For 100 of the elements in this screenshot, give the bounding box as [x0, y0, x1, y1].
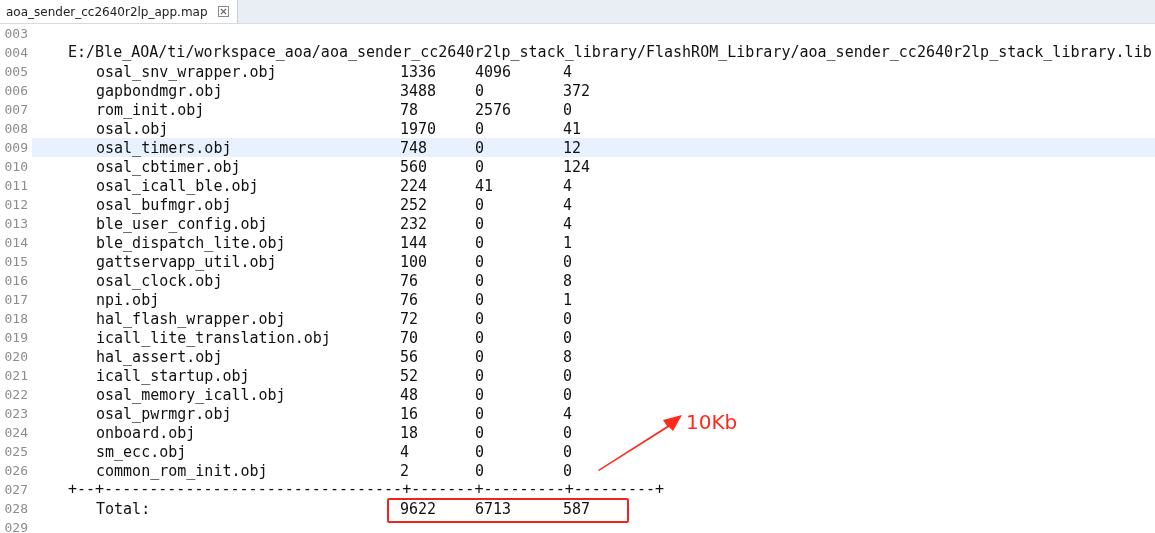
size-value: 0: [475, 423, 486, 442]
size-value: 4: [563, 176, 573, 195]
size-value: 0: [475, 290, 486, 309]
line-number: 020: [3, 349, 28, 364]
annotation-label: 10Kb: [686, 410, 738, 434]
size-value: 0: [475, 347, 486, 366]
size-value: 0: [563, 309, 573, 328]
size-value: 18: [400, 423, 420, 442]
size-value: 124: [563, 157, 591, 176]
line-number: 027: [3, 482, 28, 497]
size-value: 1336: [400, 62, 438, 81]
line-number: 005: [3, 64, 28, 79]
line-number: 024: [3, 425, 28, 440]
size-value: 52: [400, 366, 420, 385]
size-value: 0: [563, 366, 573, 385]
size-value: 4096: [475, 62, 513, 81]
size-value: 72: [400, 309, 420, 328]
object-file-name: ble_user_config.obj: [96, 214, 269, 233]
size-value: 100: [400, 252, 429, 271]
line-number: 008: [3, 121, 28, 136]
file-tab[interactable]: aoa_sender_cc2640r2lp_app.map: [0, 0, 238, 23]
size-value: 4: [400, 442, 411, 461]
total-value: 9622: [400, 499, 438, 518]
total-value: 6713: [475, 499, 513, 518]
size-value: 0: [475, 366, 486, 385]
size-value: 4: [563, 404, 573, 423]
size-value: 76: [400, 290, 420, 309]
object-file-name: osal_icall_ble.obj: [96, 176, 260, 195]
size-value: 2: [400, 461, 411, 480]
size-value: 0: [475, 385, 486, 404]
size-value: 0: [563, 100, 573, 119]
size-value: 1970: [400, 119, 438, 138]
object-file-name: gapbondmgr.obj: [96, 81, 224, 100]
line-number: 029: [3, 520, 28, 533]
size-value: 144: [400, 233, 429, 252]
object-file-name: osal_snv_wrapper.obj: [96, 62, 278, 81]
size-value: 0: [475, 81, 486, 100]
line-number: 018: [3, 311, 28, 326]
object-file-name: rom_init.obj: [96, 100, 206, 119]
line-number: 026: [3, 463, 28, 478]
size-value: 0: [475, 195, 486, 214]
size-value: 78: [400, 100, 420, 119]
size-value: 76: [400, 271, 420, 290]
size-value: 0: [475, 252, 486, 271]
line-number: 003: [3, 26, 28, 41]
size-value: 16: [400, 404, 420, 423]
line-number: 028: [3, 501, 28, 516]
object-file-name: hal_assert.obj: [96, 347, 224, 366]
object-file-name: icall_lite_translation.obj: [96, 328, 332, 347]
line-number: 013: [3, 216, 28, 231]
size-value: 224: [400, 176, 429, 195]
size-value: 0: [475, 404, 486, 423]
line-number: 021: [3, 368, 28, 383]
size-value: 232: [400, 214, 429, 233]
size-value: 48: [400, 385, 420, 404]
line-number: 007: [3, 102, 28, 117]
size-value: 0: [563, 423, 573, 442]
size-value: 70: [400, 328, 420, 347]
size-value: 0: [475, 138, 486, 157]
object-file-name: osal_memory_icall.obj: [96, 385, 287, 404]
size-value: 0: [563, 385, 573, 404]
close-icon[interactable]: [217, 6, 229, 17]
size-value: 0: [563, 442, 573, 461]
object-file-name: sm_ecc.obj: [96, 442, 188, 461]
size-value: 0: [475, 157, 486, 176]
line-number: 019: [3, 330, 28, 345]
size-value: 4: [563, 62, 573, 81]
size-value: 41: [563, 119, 582, 138]
size-value: 8: [563, 271, 573, 290]
line-number: 017: [3, 292, 28, 307]
size-value: 0: [563, 328, 573, 347]
size-value: 252: [400, 195, 429, 214]
size-value: 372: [563, 81, 591, 100]
object-file-name: hal_flash_wrapper.obj: [96, 309, 287, 328]
line-number: 004: [3, 45, 28, 60]
size-value: 560: [400, 157, 429, 176]
size-value: 2576: [475, 100, 513, 119]
size-value: 1: [563, 233, 573, 252]
object-file-name: osal_bufmgr.obj: [96, 195, 233, 214]
size-value: 0: [475, 442, 486, 461]
size-value: 4: [563, 195, 573, 214]
size-value: 56: [400, 347, 420, 366]
line-number: 009: [3, 140, 28, 155]
size-value: 4: [563, 214, 573, 233]
size-value: 1: [563, 290, 573, 309]
size-value: 0: [475, 461, 486, 480]
size-value: 0: [563, 461, 573, 480]
size-value: 0: [475, 119, 486, 138]
object-file-name: common_rom_init.obj: [96, 461, 269, 480]
size-value: 3488: [400, 81, 438, 100]
object-file-name: osal_clock.obj: [96, 271, 224, 290]
size-value: 0: [563, 252, 573, 271]
size-value: 0: [475, 328, 486, 347]
line-number: 012: [3, 197, 28, 212]
table-separator: +--+---------------------------------+-------+---------+---------+: [68, 482, 665, 497]
object-file-name: gattservapp_util.obj: [96, 252, 278, 271]
line-number: 023: [3, 406, 28, 421]
line-number: 015: [3, 254, 28, 269]
size-value: 0: [475, 309, 486, 328]
size-value: 0: [475, 271, 486, 290]
